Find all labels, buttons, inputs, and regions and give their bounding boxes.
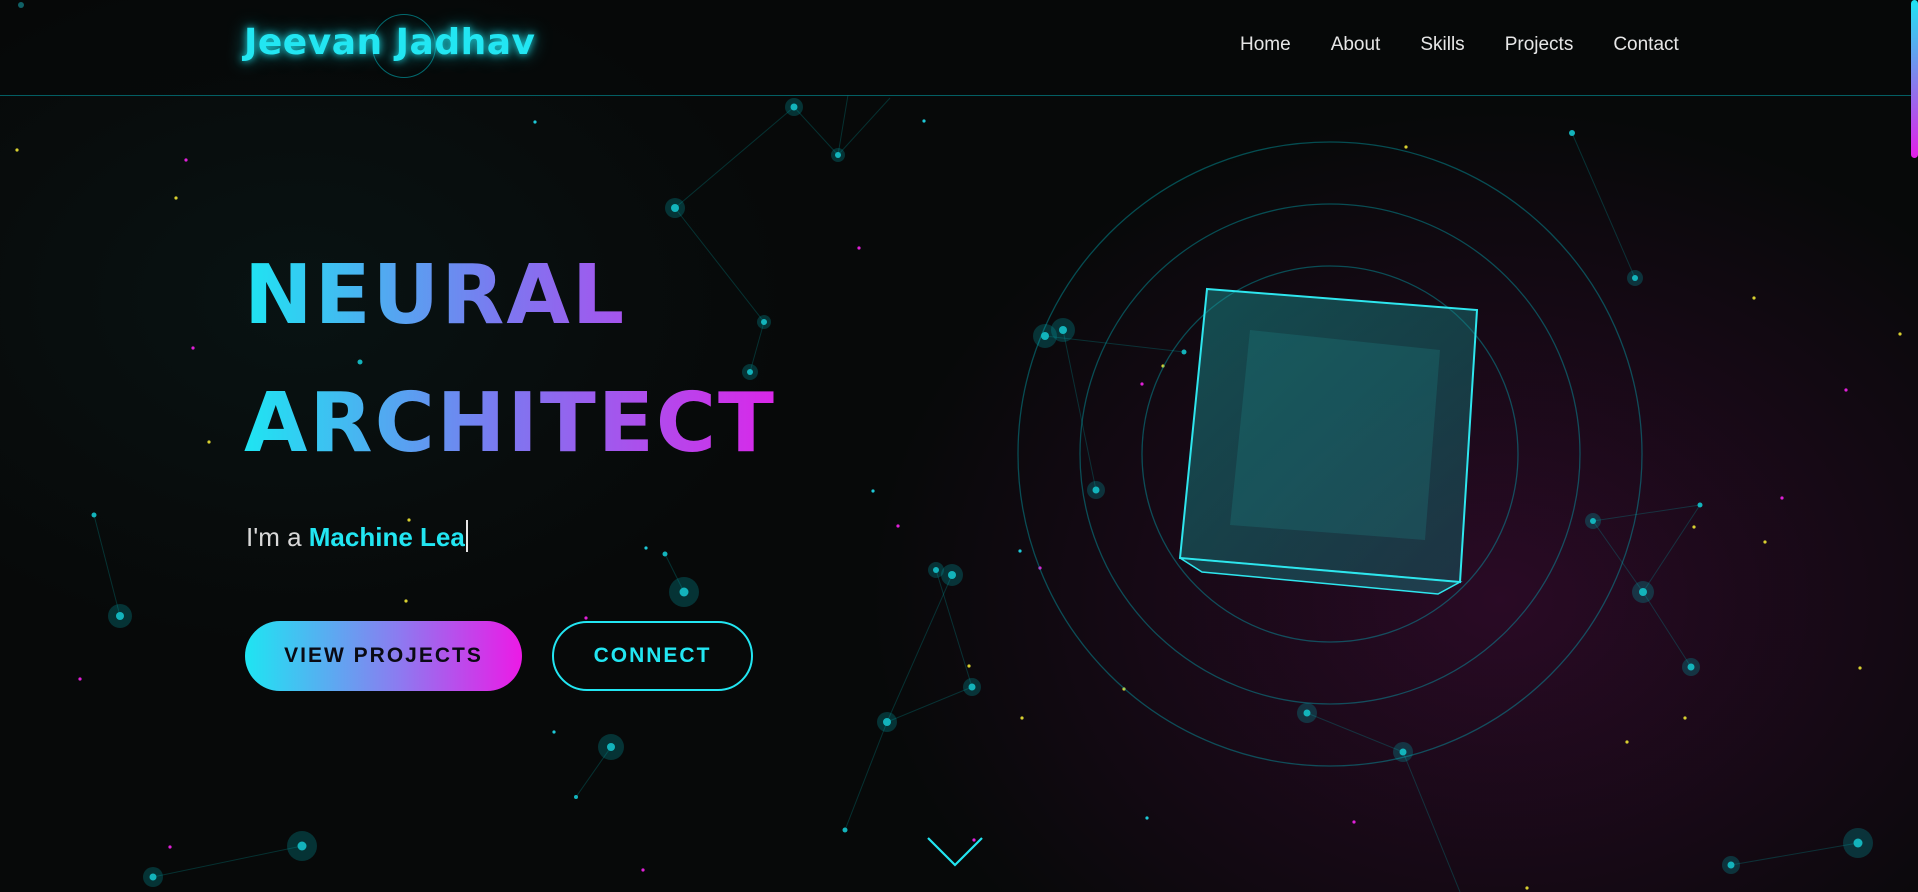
typed-subtitle: I'm a Machine Lea bbox=[246, 520, 468, 553]
navbar: Jeevan Jadhav Home About Skills Projects… bbox=[0, 0, 1918, 96]
logo[interactable]: Jeevan Jadhav bbox=[244, 22, 536, 63]
scroll-progress-bar[interactable] bbox=[1911, 0, 1918, 158]
hero-title-line1: NEURAL bbox=[244, 248, 627, 343]
nav-projects-link[interactable]: Projects bbox=[1505, 34, 1574, 56]
hero-title: NEURAL ARCHITECT bbox=[244, 232, 804, 488]
connect-button[interactable]: CONNECT bbox=[552, 621, 753, 691]
typing-caret bbox=[465, 520, 468, 552]
nav-home-link[interactable]: Home bbox=[1240, 34, 1291, 56]
nav-links: Home About Skills Projects Contact bbox=[1240, 34, 1719, 56]
nav-about-link[interactable]: About bbox=[1331, 34, 1381, 56]
nav-contact-link[interactable]: Contact bbox=[1613, 34, 1678, 56]
page: Jeevan Jadhav Home About Skills Projects… bbox=[0, 0, 1918, 892]
hero-cube-icon bbox=[1178, 287, 1479, 595]
view-projects-button[interactable]: VIEW PROJECTS bbox=[245, 621, 522, 691]
nav-skills-link[interactable]: Skills bbox=[1420, 34, 1464, 56]
hero-title-line2: ARCHITECT bbox=[244, 376, 776, 471]
typed-prefix: I'm a bbox=[246, 522, 309, 552]
typed-word: Machine Lea bbox=[308, 522, 465, 552]
chevron-down-icon[interactable] bbox=[925, 835, 985, 870]
